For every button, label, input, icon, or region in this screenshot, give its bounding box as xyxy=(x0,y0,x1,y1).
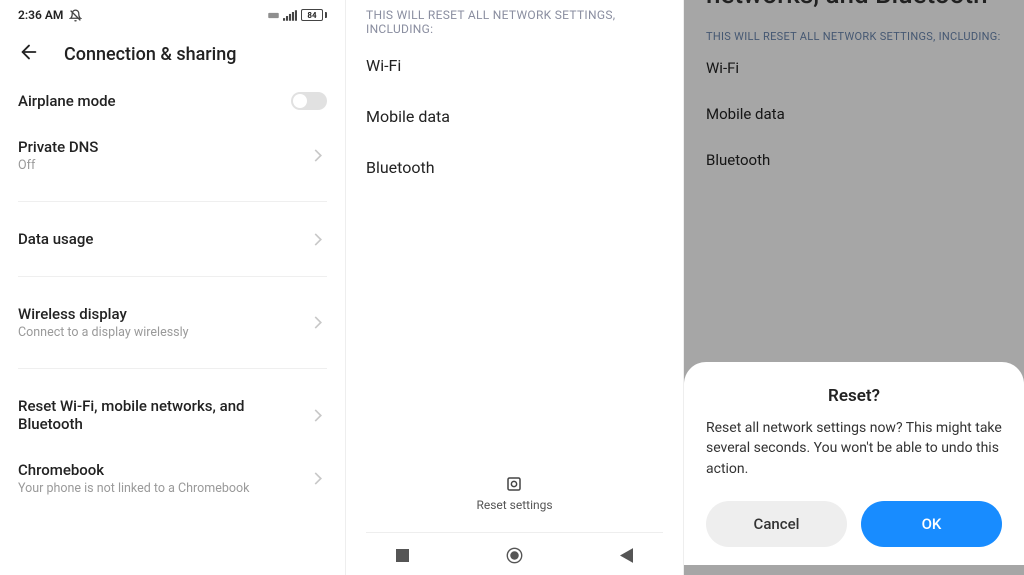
row-chromebook[interactable]: Chromebook Your phone is not linked to a… xyxy=(18,447,327,510)
ok-button[interactable]: OK xyxy=(861,501,1002,547)
row-reset-network[interactable]: Reset Wi-Fi, mobile networks, and Blueto… xyxy=(18,383,327,447)
screenshot-reset-network-list: This will reset all network settings, in… xyxy=(346,0,684,575)
divider xyxy=(366,532,663,533)
row-label: Reset Wi-Fi, mobile networks, and Blueto… xyxy=(18,397,268,433)
status-bar: 2:36 AM 84 xyxy=(0,0,345,30)
chevron-right-icon xyxy=(309,233,327,246)
reset-settings-label: Reset settings xyxy=(476,498,552,512)
row-data-usage[interactable]: Data usage xyxy=(18,216,327,262)
row-label: Airplane mode xyxy=(18,92,116,110)
row-subtitle: Your phone is not linked to a Chromebook xyxy=(18,481,249,496)
back-icon[interactable] xyxy=(18,41,40,67)
toggle-airplane[interactable] xyxy=(291,92,327,110)
nav-home-button[interactable] xyxy=(489,547,539,564)
row-label: Private DNS xyxy=(18,138,98,156)
section-caption: This will reset all network settings, in… xyxy=(346,0,683,40)
row-label: Data usage xyxy=(18,230,93,248)
battery-icon: 84 xyxy=(301,9,327,21)
battery-percent: 84 xyxy=(307,11,316,20)
reset-settings-button[interactable]: Reset settings xyxy=(346,475,683,512)
row-wireless-display[interactable]: Wireless display Connect to a display wi… xyxy=(18,291,327,354)
row-airplane-mode[interactable]: Airplane mode xyxy=(18,78,327,124)
confirm-dialog: Reset? Reset all network settings now? T… xyxy=(684,362,1024,565)
net-item-mobile-data: Mobile data xyxy=(346,91,683,142)
screenshot-connection-sharing: 2:36 AM 84 Connection & sharing Airplane… xyxy=(0,0,346,575)
app-bar: Connection & sharing xyxy=(0,30,345,78)
page-title: Connection & sharing xyxy=(64,44,237,65)
nav-bar xyxy=(346,535,683,575)
signal-icon xyxy=(283,10,297,21)
nav-recents-button[interactable] xyxy=(377,549,427,562)
chevron-right-icon xyxy=(309,472,327,485)
screenshot-reset-confirm-dialog: networks, and Bluetooth This will reset … xyxy=(684,0,1024,575)
chevron-right-icon xyxy=(309,316,327,329)
row-label: Chromebook xyxy=(18,461,249,479)
row-subtitle: Connect to a display wirelessly xyxy=(18,325,189,340)
row-private-dns[interactable]: Private DNS Off xyxy=(18,124,327,187)
status-time: 2:36 AM xyxy=(18,8,63,22)
divider xyxy=(18,368,327,369)
cancel-button[interactable]: Cancel xyxy=(706,501,847,547)
dialog-title: Reset? xyxy=(706,386,1002,406)
nav-back-button[interactable] xyxy=(602,548,652,563)
reset-icon xyxy=(505,475,523,493)
divider xyxy=(18,201,327,202)
divider xyxy=(18,276,327,277)
row-subtitle: Off xyxy=(18,158,98,173)
chevron-right-icon xyxy=(309,409,327,422)
net-item-bluetooth: Bluetooth xyxy=(346,142,683,193)
dialog-body: Reset all network settings now? This mig… xyxy=(706,418,1002,479)
notification-muted-icon xyxy=(69,9,82,22)
volte-icon xyxy=(268,12,279,19)
net-item-wifi: Wi-Fi xyxy=(346,40,683,91)
chevron-right-icon xyxy=(309,149,327,162)
row-label: Wireless display xyxy=(18,305,189,323)
